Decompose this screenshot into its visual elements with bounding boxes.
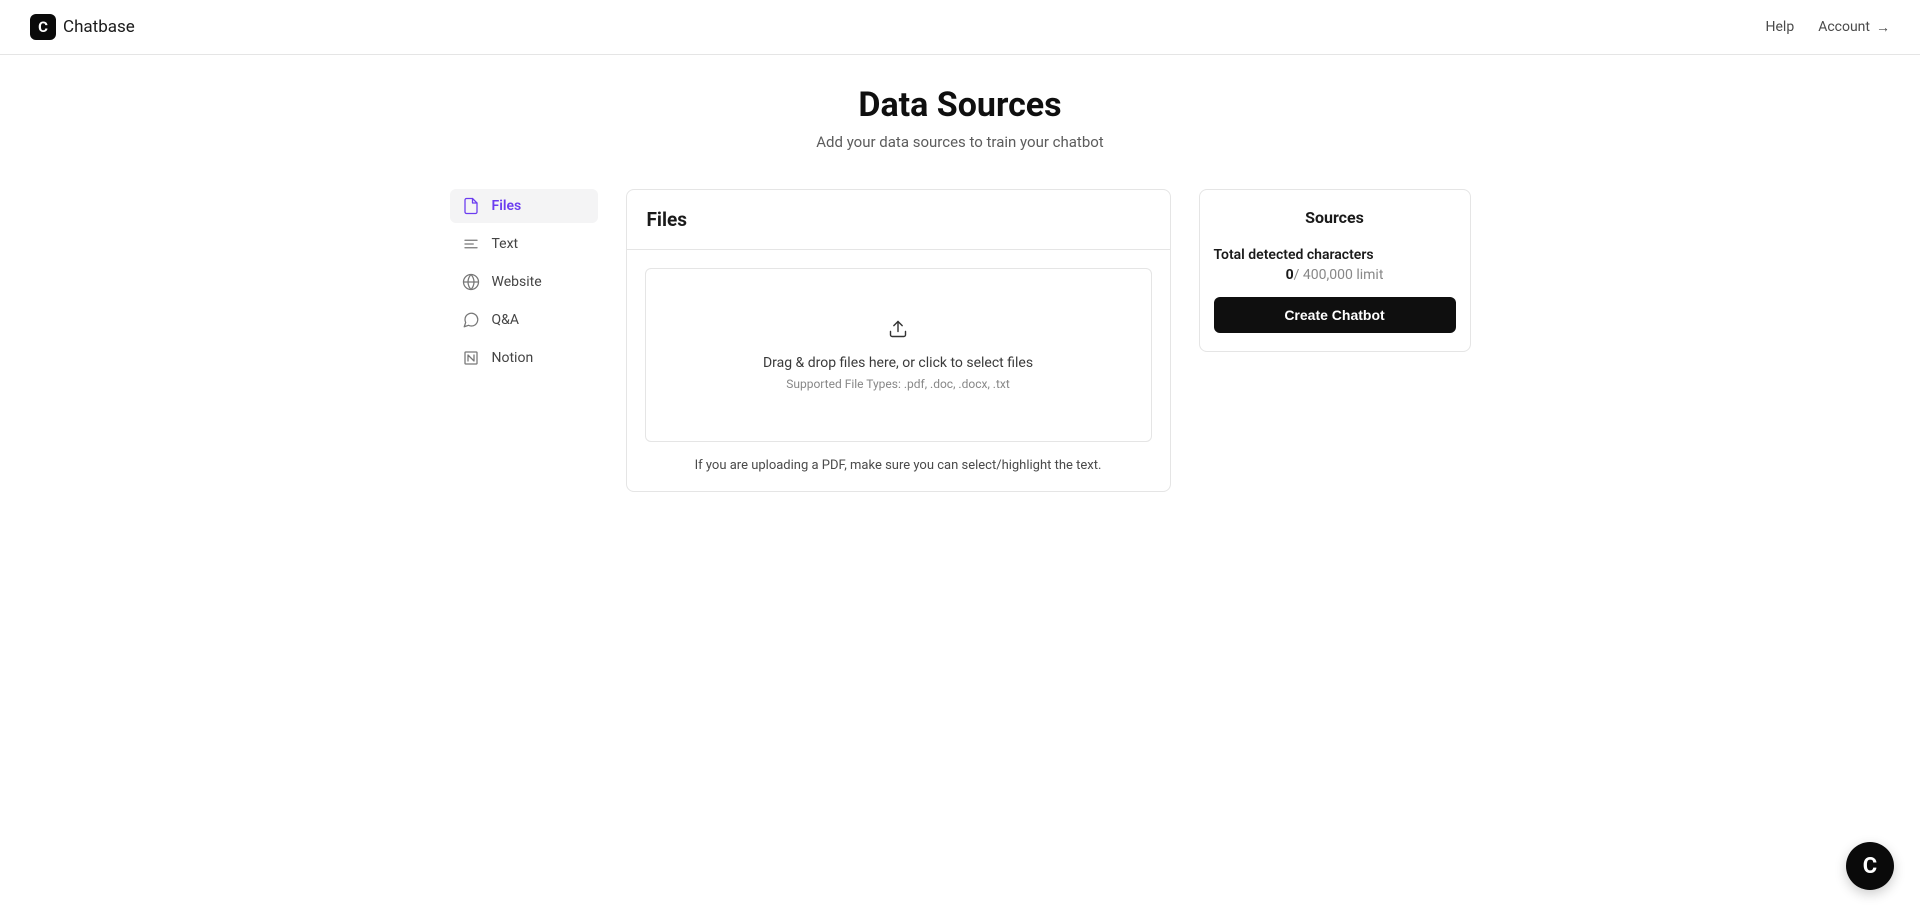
card-title: Files [627, 190, 1170, 250]
char-count-value: 0 [1286, 267, 1294, 283]
chat-widget-button[interactable]: C [1846, 842, 1894, 890]
sources-card: Sources Total detected characters 0/ 400… [1199, 189, 1471, 352]
files-card: Files Drag & drop files here, or click t… [626, 189, 1171, 492]
char-limit: / 400,000 limit [1294, 267, 1384, 283]
globe-icon [462, 273, 480, 291]
sidebar-item-files[interactable]: Files [450, 189, 598, 223]
sources-title: Sources [1214, 208, 1456, 227]
page-subtitle: Add your data sources to train your chat… [199, 133, 1721, 151]
create-chatbot-button[interactable]: Create Chatbot [1214, 297, 1456, 333]
account-link[interactable]: Account → [1818, 19, 1890, 36]
sidebar-item-label: Files [492, 198, 522, 214]
arrow-right-icon: → [1876, 19, 1890, 36]
sidebar-item-text[interactable]: Text [450, 227, 598, 261]
logo[interactable]: C Chatbase [30, 14, 135, 40]
notion-icon [462, 349, 480, 367]
sidebar-item-label: Q&A [492, 312, 519, 328]
dropzone-text: Drag & drop files here, or click to sele… [666, 355, 1131, 371]
upload-icon [666, 319, 1131, 339]
sidebar-item-label: Website [492, 274, 542, 290]
sidebar: Files Text Website Q&A Notion [450, 189, 598, 379]
account-label: Account [1818, 19, 1870, 35]
file-icon [462, 197, 480, 215]
file-dropzone[interactable]: Drag & drop files here, or click to sele… [645, 268, 1152, 442]
text-icon [462, 235, 480, 253]
char-count: 0/ 400,000 limit [1214, 267, 1456, 283]
sidebar-item-qa[interactable]: Q&A [450, 303, 598, 337]
help-label: Help [1766, 19, 1795, 35]
char-label: Total detected characters [1214, 247, 1456, 263]
chat-icon [462, 311, 480, 329]
brand-name: Chatbase [63, 17, 135, 37]
dropzone-subtext: Supported File Types: .pdf, .doc, .docx,… [666, 377, 1131, 391]
sidebar-item-label: Notion [492, 350, 534, 366]
sidebar-item-label: Text [492, 236, 519, 252]
logo-icon: C [30, 14, 56, 40]
page-title: Data Sources [199, 85, 1721, 125]
sidebar-item-website[interactable]: Website [450, 265, 598, 299]
helper-text: If you are uploading a PDF, make sure yo… [645, 458, 1152, 473]
sidebar-item-notion[interactable]: Notion [450, 341, 598, 375]
chat-widget-icon: C [1863, 854, 1877, 879]
help-link[interactable]: Help [1766, 19, 1795, 35]
